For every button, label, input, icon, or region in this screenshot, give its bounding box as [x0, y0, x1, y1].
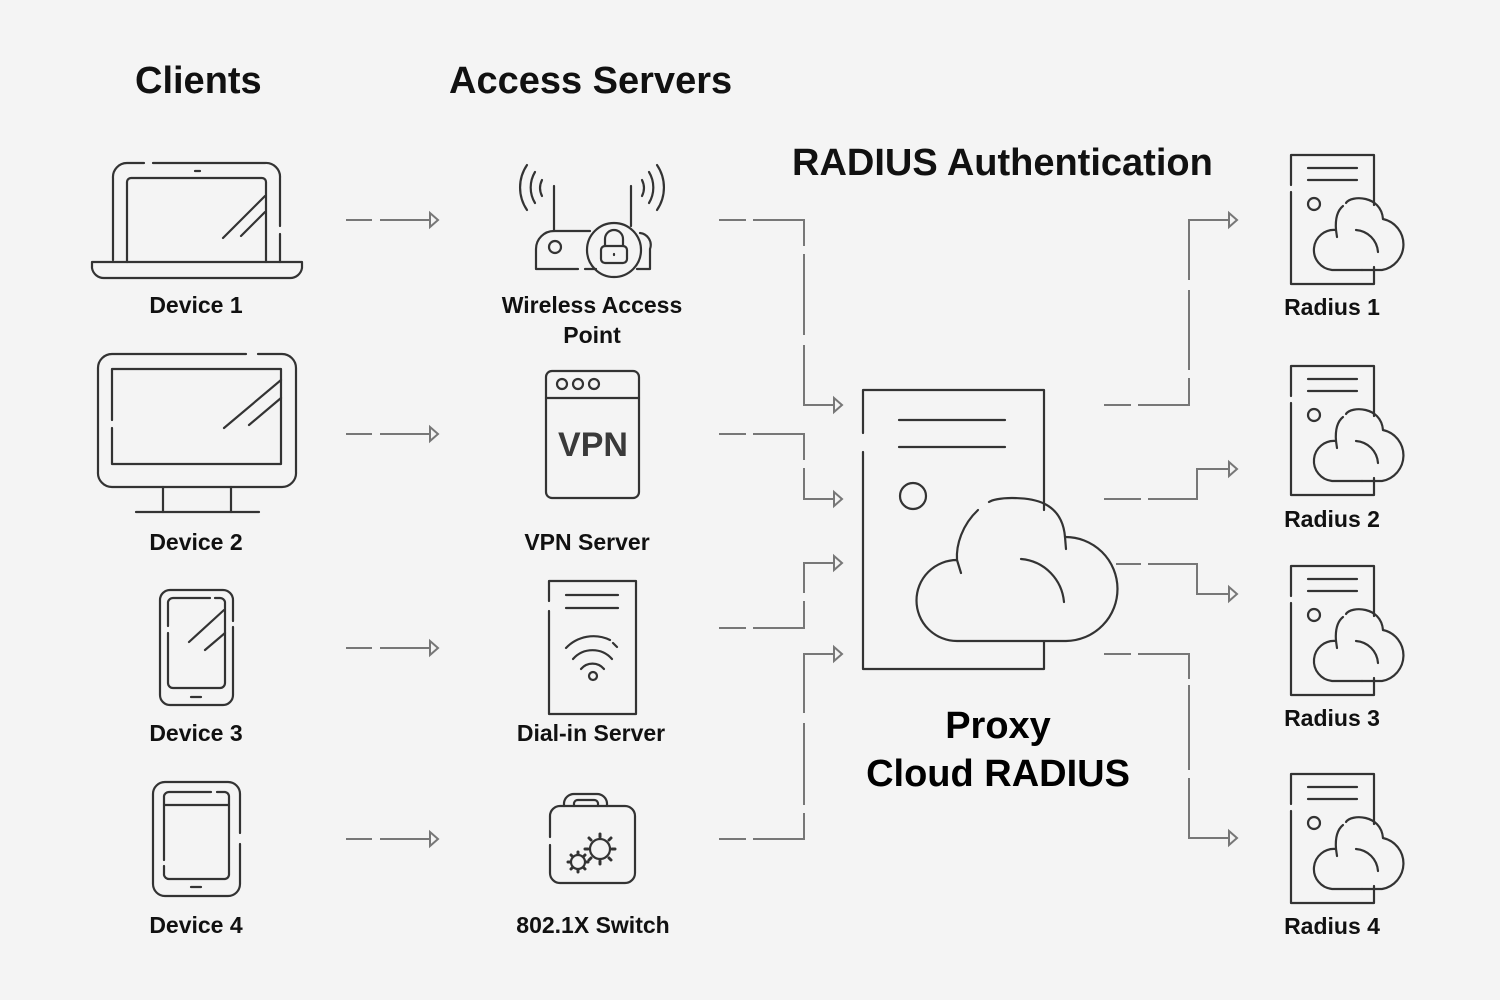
radius-label: Radius 4 [1284, 913, 1380, 939]
access-server-label-line2: Point [563, 322, 621, 348]
client-label: Device 3 [149, 720, 243, 746]
radius-label: Radius 2 [1284, 506, 1380, 532]
connector-proxy-radius2 [1104, 459, 1239, 500]
connector-vpn-proxy [719, 433, 844, 509]
vpn-window-icon: VPN [544, 369, 641, 500]
access-server-label: 802.1X Switch [516, 912, 670, 938]
access-server-label: VPN Server [524, 529, 650, 555]
radius-label: Radius 3 [1284, 705, 1380, 731]
laptop-icon [90, 161, 304, 280]
radius-1-cloud-server-icon [1289, 153, 1405, 286]
connector-device1-wap [346, 210, 440, 230]
connector-switch-proxy [719, 644, 844, 840]
connector-proxy-radius3 [1116, 563, 1239, 604]
proxy-label: Proxy Cloud RADIUS [848, 702, 1148, 798]
connector-dialin-proxy [719, 553, 844, 629]
connector-device2-vpn [346, 424, 440, 444]
proxy-label-line1: Proxy [945, 705, 1051, 747]
client-label: Device 2 [149, 529, 243, 555]
connector-wap-proxy [719, 219, 844, 415]
radius-label: Radius 1 [1284, 294, 1380, 320]
wireless-router-lock-icon [518, 163, 666, 279]
phone-icon [158, 588, 235, 707]
vpn-icon-text: VPN [558, 426, 628, 464]
proxy-label-line2: Cloud RADIUS [866, 753, 1130, 795]
lock-gears-icon [548, 792, 637, 885]
access-server-label: Wireless Access Point [472, 290, 712, 350]
connector-device4-switch [346, 829, 440, 849]
proxy-cloud-server-icon [861, 388, 1119, 671]
heading-radius-authentication: RADIUS Authentication [792, 142, 1213, 184]
diagram-canvas: VPN [90, 153, 1405, 905]
heading-access-servers: Access Servers [449, 60, 733, 102]
monitor-icon [96, 352, 298, 514]
access-server-label: Dial-in Server [516, 720, 666, 746]
client-label: Device 1 [149, 292, 243, 318]
client-label: Device 4 [149, 912, 243, 938]
connector-proxy-radius1 [1104, 210, 1239, 406]
connector-device3-dialin [346, 638, 440, 658]
radius-3-cloud-server-icon [1289, 564, 1405, 697]
tablet-icon [151, 780, 242, 898]
dialin-server-wifi-icon [547, 579, 638, 716]
access-server-label-line1: Wireless Access [501, 292, 683, 318]
radius-4-cloud-server-icon [1289, 772, 1405, 905]
radius-2-cloud-server-icon [1289, 364, 1405, 497]
heading-clients: Clients [135, 60, 262, 102]
